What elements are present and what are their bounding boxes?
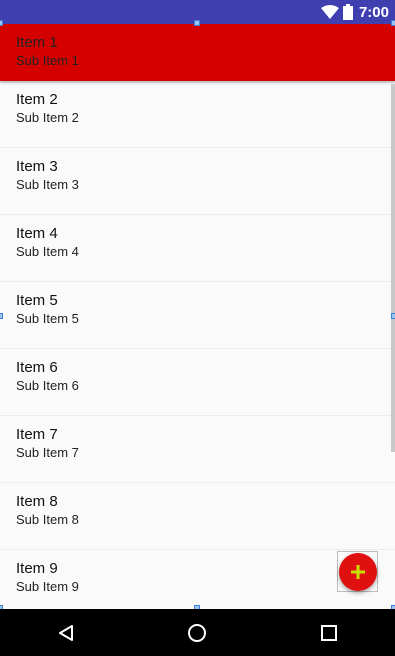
plus-icon: [351, 565, 365, 579]
list-item[interactable]: Item 9 Sub Item 9: [0, 550, 395, 609]
list-item-title: Item 7: [16, 426, 58, 443]
list-item[interactable]: Item 5 Sub Item 5: [0, 282, 395, 349]
list-item-title: Item 2: [16, 91, 58, 108]
selection-handle[interactable]: [194, 20, 200, 26]
back-icon: [58, 624, 73, 641]
home-icon: [188, 623, 207, 642]
list-item[interactable]: Item 8 Sub Item 8: [0, 483, 395, 550]
battery-icon: [342, 4, 353, 20]
item-list[interactable]: Item 1 Sub Item 1 Item 2 Sub Item 2 Item…: [0, 24, 395, 609]
list-item-subtitle: Sub Item 1: [16, 53, 79, 68]
scrollbar[interactable]: [391, 84, 395, 452]
back-button[interactable]: [46, 613, 86, 653]
list-item-title: Item 8: [16, 493, 58, 510]
list-item-title: Item 1: [16, 34, 58, 51]
list-item[interactable]: Item 2 Sub Item 2: [0, 81, 395, 148]
list-item[interactable]: Item 6 Sub Item 6: [0, 349, 395, 416]
recents-button[interactable]: [309, 613, 349, 653]
status-time: 7:00: [358, 3, 389, 21]
recents-icon: [321, 624, 338, 641]
list-item[interactable]: Item 4 Sub Item 4: [0, 215, 395, 282]
list-item-title: Item 5: [16, 292, 58, 309]
list-item[interactable]: Item 3 Sub Item 3: [0, 148, 395, 215]
add-fab-button[interactable]: [339, 553, 377, 591]
list-item[interactable]: Item 7 Sub Item 7: [0, 416, 395, 483]
navigation-bar: [0, 609, 395, 656]
list-item-title: Item 3: [16, 158, 58, 175]
selection-handle[interactable]: [0, 20, 3, 26]
home-button[interactable]: [177, 613, 217, 653]
list-item-title: Item 4: [16, 225, 58, 242]
selection-handle[interactable]: [391, 313, 395, 319]
list-item-subtitle: Sub Item 6: [16, 378, 79, 393]
list-item-subtitle: Sub Item 2: [16, 110, 79, 125]
selection-handle[interactable]: [0, 313, 3, 319]
selection-handle[interactable]: [391, 20, 395, 26]
wifi-icon: [320, 5, 339, 19]
list-item-subtitle: Sub Item 4: [16, 244, 79, 259]
list-item-title: Item 6: [16, 359, 58, 376]
list-item-subtitle: Sub Item 8: [16, 512, 79, 527]
list-item[interactable]: Item 1 Sub Item 1: [0, 24, 395, 81]
list-item-subtitle: Sub Item 3: [16, 177, 79, 192]
list-item-subtitle: Sub Item 5: [16, 311, 79, 326]
list-item-subtitle: Sub Item 7: [16, 445, 79, 460]
